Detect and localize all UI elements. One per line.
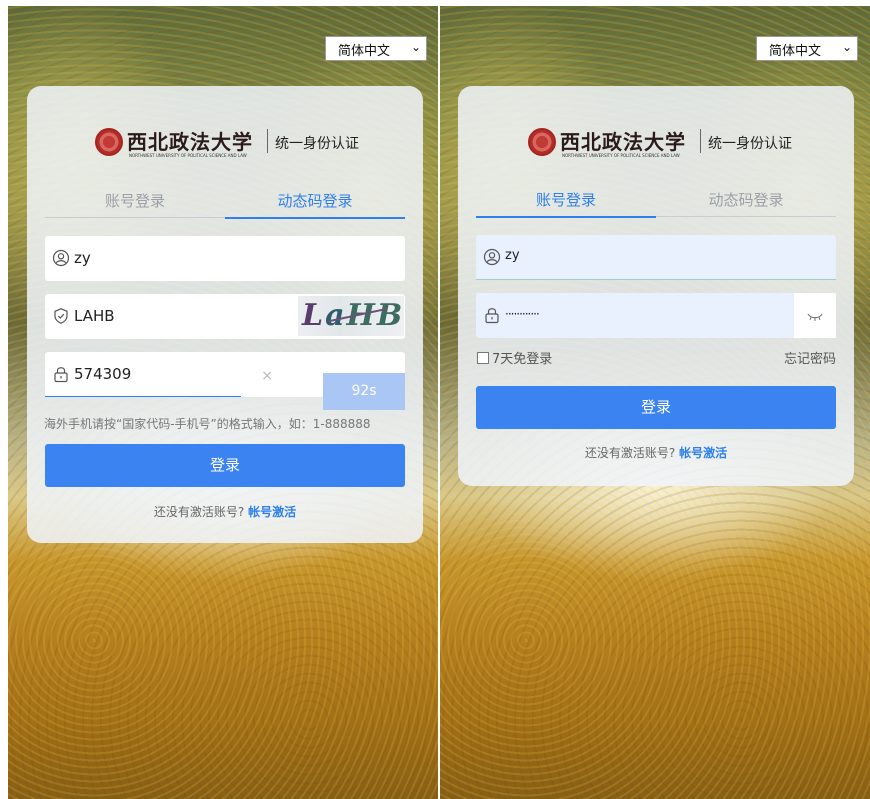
login-button[interactable]: 登录 [476, 386, 836, 429]
remember-me-checkbox[interactable] [477, 352, 489, 364]
login-button[interactable]: 登录 [45, 444, 405, 487]
captcha-char: a [325, 298, 347, 333]
shield-check-icon [52, 307, 70, 325]
username-field[interactable]: zy [45, 236, 405, 281]
tab-account-login[interactable]: 账号登录 [476, 179, 656, 217]
username-field[interactable]: zy [476, 235, 836, 280]
tab-dynamic-code-login[interactable]: 动态码登录 [225, 180, 405, 218]
tab-active-indicator [476, 216, 656, 218]
activate-text: 还没有激活账号? [153, 505, 245, 519]
brand-divider [267, 129, 268, 153]
language-select-value: 简体中文 [338, 44, 391, 59]
brand-subtitle: 统一身份认证 [275, 136, 359, 152]
login-card: 西北政法大学 NORTHWEST UNIVERSITY OF POLITICAL… [27, 86, 423, 543]
tab-dynamic-code-login[interactable]: 动态码登录 [656, 179, 836, 217]
resend-code-countdown-button[interactable]: 92s [323, 373, 405, 410]
tab-active-indicator [225, 217, 405, 219]
university-english-name: NORTHWEST UNIVERSITY OF POLITICAL SCIENC… [562, 153, 680, 158]
password-field[interactable]: ············ [476, 293, 836, 338]
login-screen-account: 简体中文 ⌄ 西北政法大学 NORTHWEST UNIVERSITY OF PO… [440, 6, 870, 799]
lock-icon [52, 365, 70, 383]
captcha-char: L [302, 298, 326, 333]
university-name: 西北政法大学 [127, 130, 253, 154]
language-select[interactable]: 简体中文 ⌄ [756, 36, 858, 61]
dynamic-code-field[interactable]: 574309 × 92s [45, 352, 405, 410]
tab-account-login[interactable]: 账号登录 [45, 180, 225, 218]
chevron-down-icon: ⌄ [841, 40, 852, 54]
username-value: zy [505, 248, 520, 263]
password-value: ············ [505, 307, 540, 321]
brand-subtitle: 统一身份认证 [708, 136, 792, 152]
field-focus-underline [45, 396, 241, 397]
login-card: 西北政法大学 NORTHWEST UNIVERSITY OF POLITICAL… [458, 86, 854, 486]
university-seal-icon [528, 128, 556, 156]
university-english-name: NORTHWEST UNIVERSITY OF POLITICAL SCIENC… [129, 153, 247, 158]
remember-me[interactable]: 7天免登录 [477, 348, 552, 367]
activate-account-link[interactable]: 帐号激活 [248, 505, 296, 519]
language-select[interactable]: 简体中文 ⌄ [325, 36, 427, 61]
activate-account-link[interactable]: 帐号激活 [679, 446, 727, 460]
forgot-password-link[interactable]: 忘记密码 [784, 348, 836, 367]
phone-format-hint: 海外手机请按“国家代码-手机号”的格式输入，如：1-888888 [44, 417, 371, 431]
university-seal-icon [95, 128, 123, 156]
username-value: zy [74, 249, 91, 267]
activate-text: 还没有激活账号? [584, 446, 676, 460]
dynamic-code-value: 574309 [74, 365, 132, 383]
language-select-value: 简体中文 [769, 44, 822, 59]
eye-closed-icon[interactable] [794, 293, 836, 338]
chevron-down-icon: ⌄ [410, 40, 421, 54]
login-tabs: 账号登录 动态码登录 [45, 180, 405, 219]
login-tabs: 账号登录 动态码登录 [476, 179, 836, 218]
login-screen-dynamic-code: 简体中文 ⌄ 西北政法大学 NORTHWEST UNIVERSITY OF PO… [8, 6, 438, 799]
field-underline [476, 279, 836, 280]
brand-divider [700, 129, 701, 153]
lock-icon [483, 306, 501, 324]
activate-prompt: 还没有激活账号? 帐号激活 [458, 444, 854, 461]
university-logo: 西北政法大学 NORTHWEST UNIVERSITY OF POLITICAL… [458, 120, 854, 160]
remember-me-label: 7天免登录 [492, 352, 553, 367]
captcha-value: LAHB [74, 307, 115, 325]
user-circle-icon [483, 248, 501, 266]
university-logo: 西北政法大学 NORTHWEST UNIVERSITY OF POLITICAL… [27, 120, 423, 160]
clear-icon[interactable]: × [261, 368, 273, 384]
activate-prompt: 还没有激活账号? 帐号激活 [27, 503, 423, 520]
captcha-field[interactable]: LAHB LaHB [45, 294, 405, 339]
captcha-image[interactable]: LaHB [298, 296, 404, 336]
user-circle-icon [52, 249, 70, 267]
university-name: 西北政法大学 [560, 130, 686, 154]
